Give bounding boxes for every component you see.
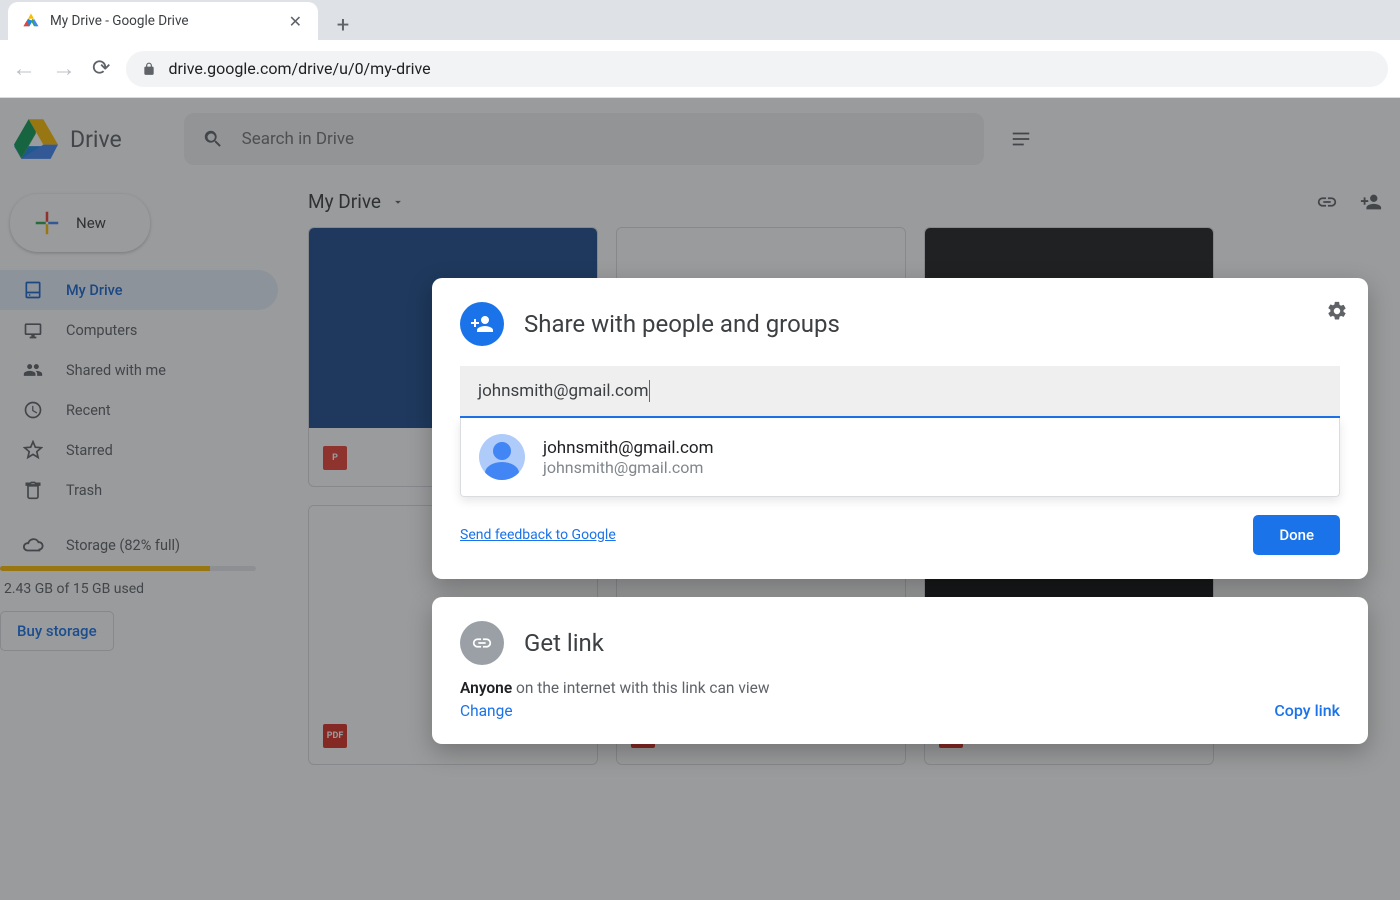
link-description: Anyone on the internet with this link ca… [460, 679, 1340, 697]
send-feedback-link[interactable]: Send feedback to Google [460, 527, 616, 543]
person-add-icon [460, 302, 504, 346]
done-button[interactable]: Done [1253, 515, 1340, 555]
reload-icon[interactable]: ⟳ [92, 56, 110, 81]
lock-icon [142, 61, 156, 77]
drive-favicon [22, 12, 40, 30]
share-modal-title: Share with people and groups [524, 310, 840, 338]
forward-icon[interactable]: → [52, 54, 76, 83]
url-text: drive.google.com/drive/u/0/my-drive [168, 59, 430, 78]
change-link-button[interactable]: Change [460, 702, 513, 720]
copy-link-button[interactable]: Copy link [1274, 701, 1340, 720]
link-desc-bold: Anyone [460, 679, 512, 697]
address-bar: ← → ⟳ drive.google.com/drive/u/0/my-driv… [0, 40, 1400, 98]
share-input-value: johnsmith@gmail.com [478, 381, 648, 401]
tab-title: My Drive - Google Drive [50, 13, 275, 29]
contact-suggestion[interactable]: johnsmith@gmail.com johnsmith@gmail.com [460, 418, 1340, 497]
share-email-input[interactable]: johnsmith@gmail.com [460, 366, 1340, 418]
back-icon[interactable]: ← [12, 54, 36, 83]
new-tab-button[interactable]: + [328, 10, 358, 40]
get-link-modal: Get link Anyone on the internet with thi… [432, 597, 1368, 744]
suggestion-name: johnsmith@gmail.com [543, 438, 713, 458]
text-caret [649, 380, 650, 402]
avatar-icon [479, 434, 525, 480]
suggestion-email: johnsmith@gmail.com [543, 458, 713, 477]
link-desc-rest: on the internet with this link can view [512, 679, 769, 697]
url-box[interactable]: drive.google.com/drive/u/0/my-drive [126, 51, 1388, 87]
tab-strip: My Drive - Google Drive ✕ + [0, 0, 1400, 40]
gear-icon[interactable] [1326, 300, 1348, 322]
browser-chrome: My Drive - Google Drive ✕ + ← → ⟳ drive.… [0, 0, 1400, 98]
tab-close-icon[interactable]: ✕ [285, 12, 306, 31]
share-modal: Share with people and groups johnsmith@g… [432, 278, 1368, 579]
browser-tab[interactable]: My Drive - Google Drive ✕ [8, 2, 318, 40]
get-link-title: Get link [524, 629, 604, 657]
link-icon [460, 621, 504, 665]
